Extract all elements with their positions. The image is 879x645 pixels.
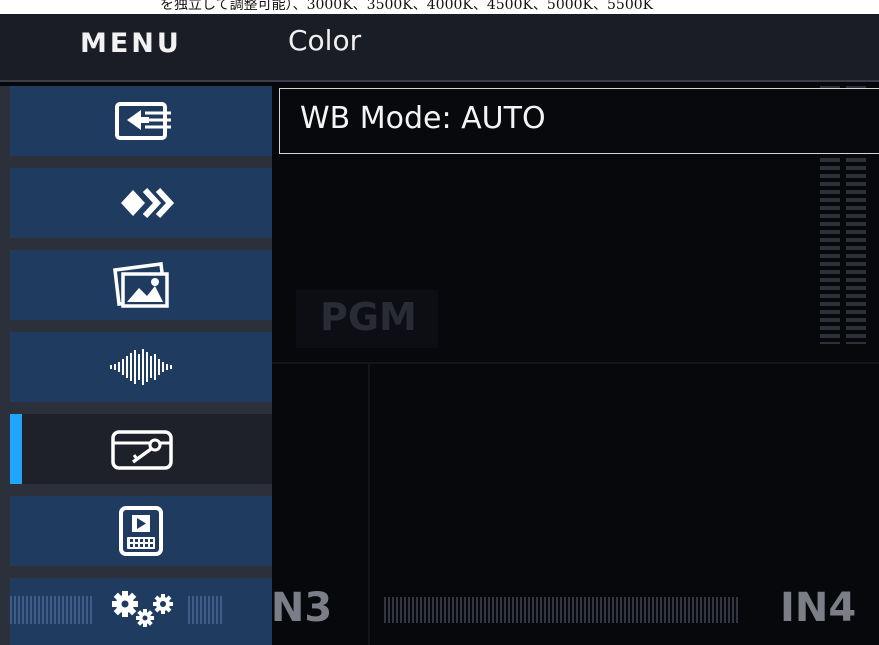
device-screen: PGM IN3 IN4 MENU Color WB Mode: AUTO xyxy=(0,14,879,645)
sidebar-menu xyxy=(0,86,272,645)
pgm-label: PGM xyxy=(320,295,417,339)
preview-divider xyxy=(270,362,879,364)
caption-text: を独立して調整可能）、3000K、3500K、4000K、4500K、5000K… xyxy=(160,0,654,13)
sidebar-item-settings[interactable] xyxy=(10,578,272,645)
transition-icon xyxy=(101,178,181,228)
header-divider xyxy=(0,80,879,82)
wb-mode-row[interactable]: WB Mode: AUTO xyxy=(279,88,879,154)
in4-audio-bars xyxy=(384,597,740,623)
in-audio-bars-left xyxy=(10,596,94,624)
wb-mode-label: WB Mode: AUTO xyxy=(300,101,546,136)
document-caption: を独立して調整可能）、3000K、3500K、4000K、4500K、5000K… xyxy=(0,0,879,14)
sidebar-item-color[interactable] xyxy=(10,414,272,484)
sidebar-item-transition[interactable] xyxy=(10,168,272,238)
in-audio-bars-right xyxy=(188,596,224,624)
menu-header: MENU Color xyxy=(0,14,879,80)
sidebar-item-audio[interactable] xyxy=(10,332,272,402)
preview-divider-vertical xyxy=(368,364,370,645)
sidebar-item-input[interactable] xyxy=(10,86,272,156)
selection-indicator xyxy=(10,414,22,484)
color-key-icon xyxy=(101,424,181,474)
input-icon xyxy=(101,96,181,146)
in4-label: IN4 xyxy=(780,585,857,631)
menu-title: MENU xyxy=(80,28,182,59)
recording-device-icon xyxy=(101,506,181,556)
sidebar-item-recording[interactable] xyxy=(10,496,272,566)
sidebar-item-picture[interactable] xyxy=(10,250,272,320)
audio-waveform-icon xyxy=(101,342,181,392)
settings-gears-icon xyxy=(101,586,181,636)
picture-icon xyxy=(101,260,181,310)
section-title: Color xyxy=(288,24,362,57)
